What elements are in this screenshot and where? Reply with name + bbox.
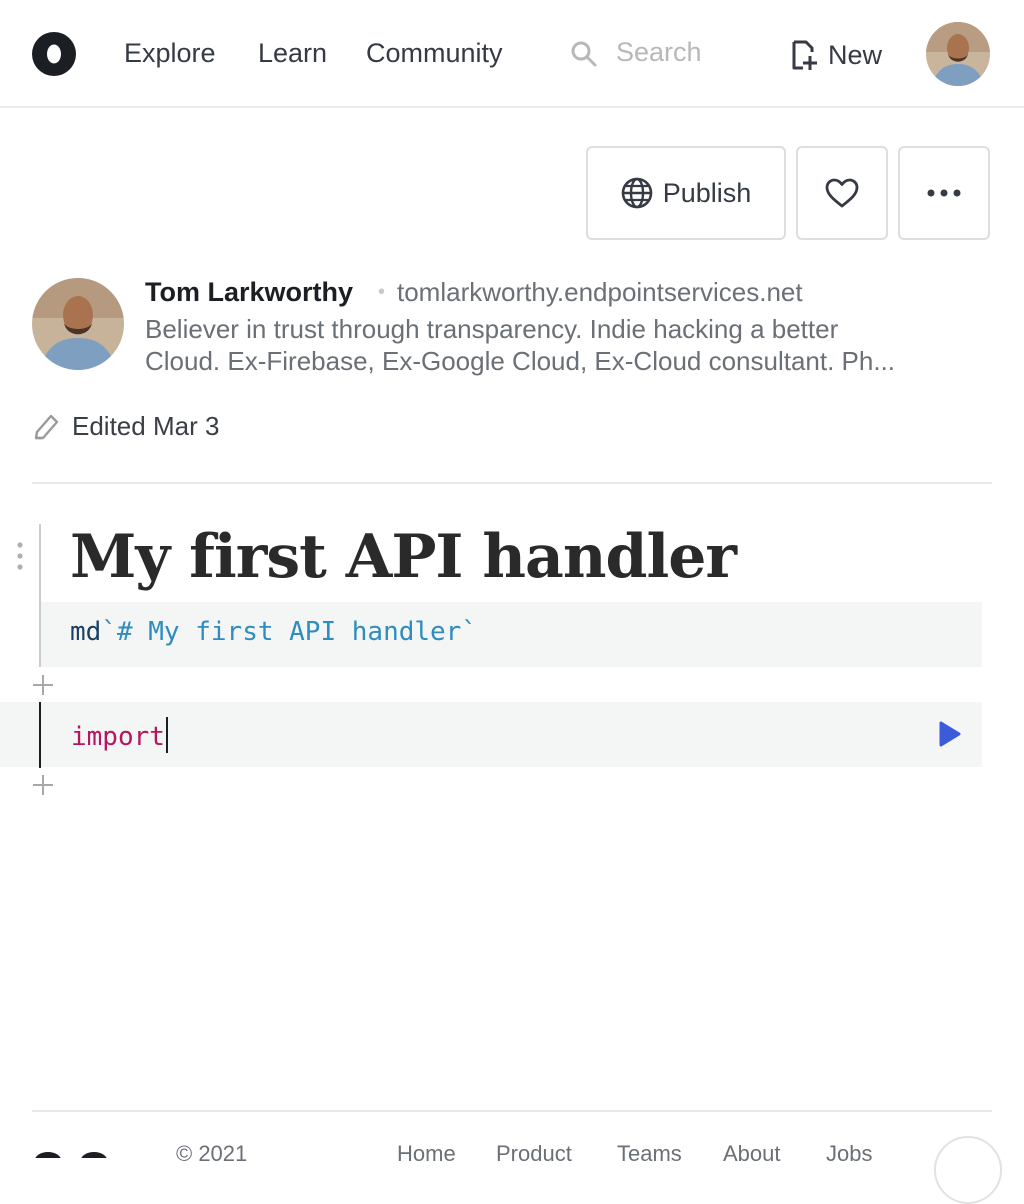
publish-button[interactable]: Publish: [586, 146, 786, 240]
ellipsis-icon: [927, 189, 961, 197]
new-notebook-button[interactable]: New: [790, 36, 882, 74]
footer-link-jobs[interactable]: Jobs: [826, 1141, 872, 1167]
author-bio-line: Cloud. Ex-Firebase, Ex-Google Cloud, Ex-…: [145, 346, 896, 376]
separator-dot: •: [378, 281, 386, 303]
user-avatar[interactable]: [926, 22, 990, 86]
footer-logo-icon[interactable]: [32, 1152, 112, 1158]
search-box[interactable]: [570, 37, 756, 72]
like-button[interactable]: [796, 146, 888, 240]
new-button-label: New: [828, 39, 883, 70]
pencil-icon: [34, 414, 59, 439]
author-avatar-image: [32, 278, 124, 370]
footer-copyright: © 2021: [176, 1141, 248, 1166]
code-token-string: `# My first API handler`: [101, 617, 477, 647]
add-cell-plus-icon[interactable]: [32, 674, 54, 696]
heart-icon: [825, 178, 859, 208]
author-bio: Believer in trust through transparency. …: [145, 313, 985, 377]
cell-output-title: My first API handler: [70, 522, 737, 592]
search-input[interactable]: [616, 37, 756, 68]
footer-link-product[interactable]: Product: [496, 1141, 572, 1167]
footer-divider: [32, 1110, 992, 1112]
edited-info: Edited Mar 3: [32, 411, 219, 442]
author-bio-line: Believer in trust through transparency. …: [145, 314, 839, 344]
nav-learn-link[interactable]: Learn: [258, 38, 327, 69]
edited-date: Edited Mar 3: [72, 411, 220, 441]
code-token-function: md: [70, 617, 102, 647]
code-input[interactable]: import: [71, 717, 168, 753]
author-name[interactable]: Tom Larkworthy: [145, 277, 353, 308]
code-token-keyword: import: [71, 722, 165, 752]
markdown-cell-editor[interactable]: md`# My first API handler`: [41, 602, 982, 667]
author-avatar[interactable]: [32, 278, 124, 370]
user-avatar-image: [926, 22, 990, 86]
text-caret: [165, 717, 168, 753]
top-navigation-bar: Explore Learn Community New: [0, 0, 1024, 108]
nav-community-link[interactable]: Community: [366, 38, 503, 69]
cell-drag-handle-icon[interactable]: [14, 540, 26, 572]
help-button[interactable]: [934, 1136, 1002, 1204]
footer-link-teams[interactable]: Teams: [617, 1141, 682, 1167]
footer-link-home[interactable]: Home: [397, 1141, 456, 1167]
cell-focus-bar: [39, 702, 41, 768]
markdown-source[interactable]: md`# My first API handler`: [70, 617, 477, 647]
search-icon: [571, 41, 597, 67]
publish-label: Publish: [662, 177, 752, 208]
new-document-icon: [792, 40, 817, 70]
divider: [32, 482, 992, 484]
observable-logo-icon[interactable]: [32, 32, 76, 76]
code-cell-editor[interactable]: import: [0, 702, 982, 767]
footer-link-about[interactable]: About: [723, 1141, 781, 1167]
add-cell-plus-icon[interactable]: [32, 774, 54, 796]
author-website-link[interactable]: tomlarkworthy.endpointservices.net: [397, 277, 803, 308]
nav-explore-link[interactable]: Explore: [124, 38, 216, 69]
more-options-button[interactable]: [898, 146, 990, 240]
run-cell-play-icon[interactable]: [938, 720, 962, 748]
globe-icon: [621, 177, 653, 209]
